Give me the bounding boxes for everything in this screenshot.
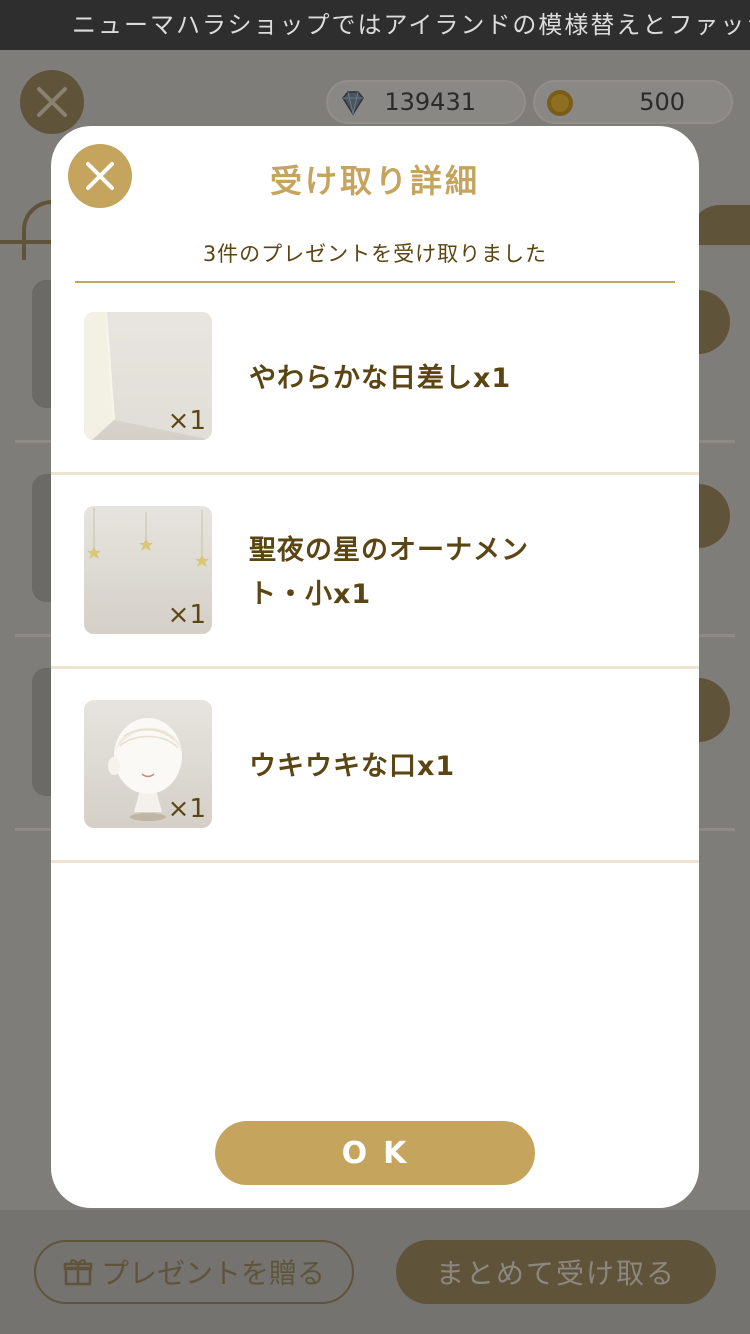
coin-balance: 500 (533, 80, 733, 124)
page-close-button[interactable] (20, 70, 84, 134)
coin-count: 500 (639, 88, 685, 116)
list-item: ×1 やわらかな日差しx1 (51, 281, 699, 475)
receipt-details-dialog: 受け取り詳細 3件のプレゼントを受け取りました ×1 やわらかな日差しx1 ×1… (51, 126, 699, 1208)
gift-icon (63, 1259, 93, 1286)
list-item: ×1 ウキウキな口x1 (51, 669, 699, 863)
tab-active[interactable] (690, 205, 750, 245)
gem-balance: 139431 (326, 80, 526, 124)
announcement-ticker: ニューマハラショップではアイランドの模様替えとファッショ (0, 0, 750, 50)
item-thumbnail: ×1 (84, 506, 212, 634)
close-icon (37, 87, 67, 117)
send-gift-button[interactable]: プレゼントを贈る (34, 1240, 354, 1304)
item-thumbnail: ×1 (84, 700, 212, 828)
coin-icon (547, 90, 573, 116)
item-thumbnail: ×1 (84, 312, 212, 440)
item-quantity: ×1 (167, 794, 206, 824)
gem-count: 139431 (384, 88, 476, 116)
send-gift-label: プレゼントを贈る (100, 1257, 325, 1290)
item-name: 聖夜の星のオーナメント・小x1 (249, 535, 529, 610)
divider (51, 860, 699, 863)
list-item: ×1 聖夜の星のオーナメント・小x1 (51, 475, 699, 669)
receive-all-button[interactable]: まとめて受け取る (396, 1240, 716, 1304)
dialog-title: 受け取り詳細 (269, 162, 480, 200)
item-name: ウキウキな口x1 (249, 751, 456, 782)
item-quantity: ×1 (167, 406, 206, 436)
ok-button[interactable]: OK (215, 1121, 535, 1185)
dialog-subtitle: 3件のプレゼントを受け取りました (202, 242, 548, 266)
item-name: やわらかな日差しx1 (249, 363, 512, 394)
item-quantity: ×1 (167, 600, 206, 630)
diamond-icon (342, 91, 364, 116)
